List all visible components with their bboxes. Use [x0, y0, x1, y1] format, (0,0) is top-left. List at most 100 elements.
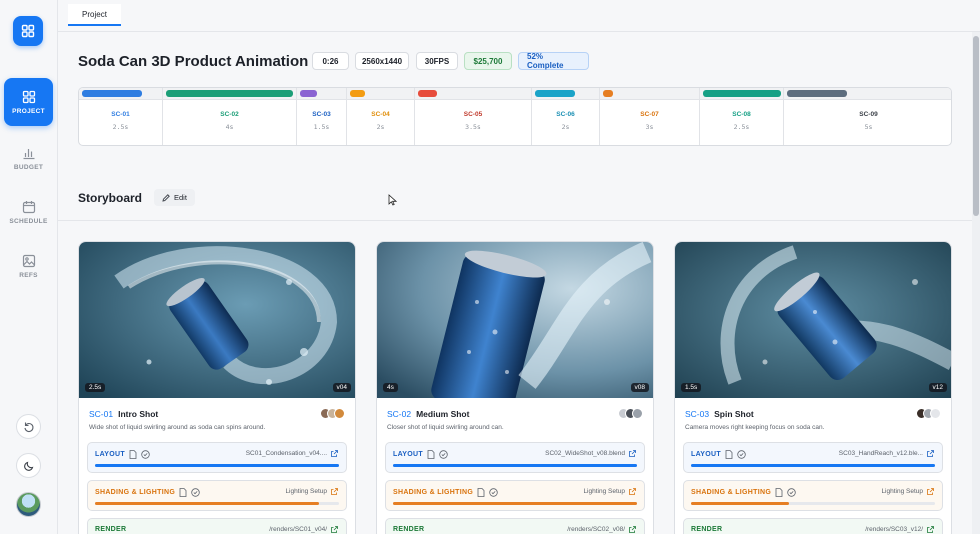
tab-project[interactable]: Project	[68, 4, 121, 26]
file-name: Lighting Setup	[285, 488, 327, 495]
user-avatar[interactable]	[16, 492, 41, 517]
segment-id: SC-04	[371, 111, 390, 118]
stage-file[interactable]: Lighting Setup	[881, 488, 934, 495]
segment-id: SC-05	[463, 111, 483, 118]
storyboard-card-sc03[interactable]: 1.5s v12 SC-03 Spin Shot Camera moves ri…	[674, 241, 952, 534]
segment-id: SC-06	[556, 111, 575, 118]
stage-file[interactable]: /renders/SC03_v12/	[865, 526, 934, 533]
card-title: SC-02 Medium Shot	[387, 409, 469, 419]
budget-chip: $25,700	[464, 52, 512, 70]
stage-file[interactable]: Lighting Setup	[583, 488, 636, 495]
document-icon[interactable]	[725, 450, 733, 459]
nav-item-schedule[interactable]: SCHEDULE	[4, 188, 53, 236]
stage-file[interactable]: /renders/SC02_v08/	[567, 526, 636, 533]
assignee-avatars[interactable]	[916, 408, 941, 419]
dark-mode-toggle[interactable]	[16, 453, 41, 478]
segment-bar	[300, 90, 317, 97]
document-icon[interactable]	[477, 488, 485, 497]
stage-render[interactable]: RENDER /renders/SC01_v04/	[87, 518, 347, 534]
document-icon[interactable]	[427, 450, 435, 459]
stage-label-text: SHADING & LIGHTING	[393, 489, 474, 496]
page-title: Soda Can 3D Product Animation	[78, 53, 309, 70]
segment-bar	[166, 90, 293, 97]
segment-bar	[535, 90, 575, 97]
stage-file[interactable]: SC03_HandReach_v12.ble...	[839, 450, 934, 457]
check-circle-icon[interactable]	[439, 450, 448, 459]
segment-bar	[418, 90, 437, 97]
progress-track	[95, 502, 339, 505]
external-link-icon	[331, 488, 338, 495]
stage-file[interactable]: SC01_Condensation_v04....	[246, 450, 338, 457]
check-circle-icon[interactable]	[489, 488, 498, 497]
duration-badge: 4s	[383, 383, 398, 392]
segment-id: SC-07	[640, 111, 659, 118]
page-scrollbar[interactable]	[972, 32, 980, 534]
document-icon[interactable]	[129, 450, 137, 459]
tab-bar: Project	[58, 0, 980, 32]
version-badge: v12	[928, 383, 947, 392]
segment-duration: 3s	[645, 123, 654, 131]
stage-shading[interactable]: SHADING & LIGHTING Lighting Setup	[87, 480, 347, 511]
nav-item-project[interactable]: PROJECT	[4, 78, 53, 126]
shot-thumbnail[interactable]: 1.5s v12	[675, 242, 951, 398]
external-link-icon	[629, 450, 636, 457]
shot-thumbnail[interactable]: 2.5s v04	[79, 242, 355, 398]
stage-label: SHADING & LIGHTING	[95, 488, 200, 497]
stage-layout[interactable]: LAYOUT SC03_HandReach_v12.ble...	[683, 442, 943, 473]
stage-label-text: RENDER	[691, 526, 723, 533]
check-circle-icon[interactable]	[787, 488, 796, 497]
calendar-icon	[22, 200, 35, 213]
scene-timeline: SC-01 2.5s SC-02 4s SC-03 1.5s SC-04 2s …	[78, 87, 952, 146]
stage-file[interactable]: /renders/SC01_v04/	[269, 526, 338, 533]
shot-id: SC-02	[387, 409, 412, 419]
shot-id: SC-01	[89, 409, 114, 419]
timeline-segment-sc02[interactable]: SC-02 4s	[163, 88, 297, 145]
storyboard-edit-button[interactable]: Edit	[154, 189, 195, 206]
moon-icon	[23, 461, 33, 471]
nav-item-refs[interactable]: REFS	[4, 242, 53, 290]
scrollbar-thumb[interactable]	[973, 36, 979, 216]
stage-layout[interactable]: LAYOUT SC02_WideShot_v08.blend	[385, 442, 645, 473]
mouse-cursor-icon	[388, 194, 397, 206]
assignee-avatars[interactable]	[320, 408, 345, 419]
segment-bar	[350, 90, 365, 97]
segment-duration: 4s	[225, 123, 234, 131]
timeline-segment-sc08[interactable]: SC-08 2.5s	[700, 88, 784, 145]
storyboard-card-sc02[interactable]: 4s v08 SC-02 Medium Shot Closer shot of …	[376, 241, 654, 534]
timeline-segment-sc09[interactable]: SC-09 5s	[784, 88, 951, 145]
stage-shading[interactable]: SHADING & LIGHTING Lighting Setup	[385, 480, 645, 511]
shot-name: Spin Shot	[714, 409, 754, 419]
check-circle-icon[interactable]	[141, 450, 150, 459]
stage-shading[interactable]: SHADING & LIGHTING Lighting Setup	[683, 480, 943, 511]
segment-id: SC-01	[111, 111, 130, 118]
timeline-segment-sc01[interactable]: SC-01 2.5s	[79, 88, 163, 145]
stage-render[interactable]: RENDER /renders/SC03_v12/	[683, 518, 943, 534]
stage-label-text: LAYOUT	[691, 451, 721, 458]
stage-file[interactable]: Lighting Setup	[285, 488, 338, 495]
timeline-segment-sc06[interactable]: SC-06 2s	[532, 88, 600, 145]
file-name: SC03_HandReach_v12.ble...	[838, 450, 923, 457]
check-circle-icon[interactable]	[191, 488, 200, 497]
undo-button[interactable]	[16, 414, 41, 439]
app-logo-button[interactable]	[13, 16, 43, 46]
progress-fill	[691, 502, 789, 505]
edit-label: Edit	[174, 193, 187, 202]
assignee-avatars[interactable]	[618, 408, 643, 419]
timeline-segment-sc07[interactable]: SC-07 3s	[600, 88, 700, 145]
grid-icon	[22, 90, 35, 103]
main-content: Soda Can 3D Product Animation 0:26 2560x…	[58, 32, 972, 534]
shot-description: Wide shot of liquid swirling around as s…	[89, 424, 266, 431]
document-icon[interactable]	[179, 488, 187, 497]
check-circle-icon[interactable]	[737, 450, 746, 459]
document-icon[interactable]	[775, 488, 783, 497]
shot-name: Medium Shot	[416, 409, 470, 419]
shot-thumbnail[interactable]: 4s v08	[377, 242, 653, 398]
storyboard-card-sc01[interactable]: 2.5s v04 SC-01 Intro Shot Wide shot of l…	[78, 241, 356, 534]
stage-layout[interactable]: LAYOUT SC01_Condensation_v04....	[87, 442, 347, 473]
stage-file[interactable]: SC02_WideShot_v08.blend	[545, 450, 636, 457]
timeline-segment-sc04[interactable]: SC-04 2s	[347, 88, 415, 145]
timeline-segment-sc03[interactable]: SC-03 1.5s	[297, 88, 347, 145]
stage-render[interactable]: RENDER /renders/SC02_v08/	[385, 518, 645, 534]
nav-item-budget[interactable]: BUDGET	[4, 134, 53, 182]
timeline-segment-sc05[interactable]: SC-05 3.5s	[415, 88, 532, 145]
